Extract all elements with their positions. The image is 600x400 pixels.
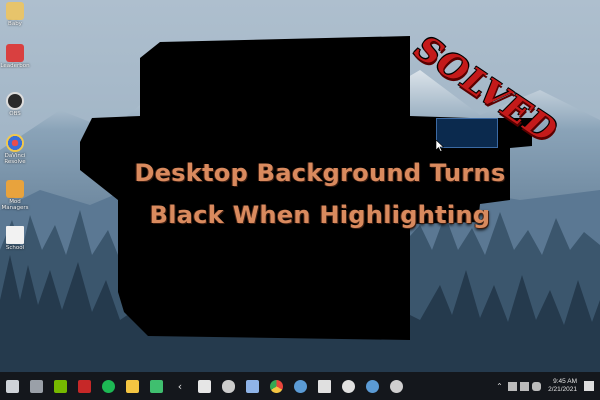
taskbar-red-app[interactable] (72, 372, 96, 400)
taskbar-steam-alt[interactable] (360, 372, 384, 400)
system-tray: ⌃ 9:45 AM 2/21/2021 (496, 372, 600, 400)
volume-icon[interactable] (520, 381, 530, 391)
taskbar-store[interactable] (192, 372, 216, 400)
taskbar-file-explorer[interactable] (120, 372, 144, 400)
back-arrow-icon: ‹ (177, 379, 183, 393)
spotify-icon (101, 379, 115, 393)
start-button[interactable] (0, 372, 24, 400)
taskbar-mail[interactable] (240, 372, 264, 400)
headline-line-2: Black When Highlighting (149, 201, 491, 229)
taskbar-back[interactable]: ‹ (168, 372, 192, 400)
notification-icon[interactable] (584, 381, 594, 391)
epic-games-icon (317, 379, 331, 393)
highlight-selection-rectangle (436, 118, 498, 148)
task-view-icon (29, 379, 43, 393)
taskbar-chrome[interactable] (264, 372, 288, 400)
network-icon[interactable] (508, 381, 518, 391)
taskbar-xbox[interactable] (336, 372, 360, 400)
headline-line-1: Desktop Background Turns (134, 159, 506, 187)
taskbar-clock[interactable]: 9:45 AM 2/21/2021 (548, 378, 577, 394)
microphone-icon[interactable] (532, 381, 542, 391)
taskbar-settings[interactable] (384, 372, 408, 400)
game-controller-icon (221, 379, 235, 393)
steam-icon (293, 379, 307, 393)
clock-date: 2/21/2021 (548, 386, 577, 393)
steam-alt-icon (365, 379, 379, 393)
settings-icon (389, 379, 403, 393)
clock-time: 9:45 AM (553, 378, 577, 385)
taskbar-game-controller[interactable] (216, 372, 240, 400)
chevron-up-icon[interactable]: ⌃ (496, 382, 505, 391)
store-icon (197, 379, 211, 393)
xbox-icon (341, 379, 355, 393)
taskbar-nvidia[interactable] (48, 372, 72, 400)
app-red-icon (77, 379, 91, 393)
taskbar-spotify[interactable] (96, 372, 120, 400)
mail-icon (245, 379, 259, 393)
start-icon (5, 379, 19, 393)
mouse-cursor-icon (436, 140, 444, 152)
chrome-icon (269, 379, 283, 393)
taskbar-steam[interactable] (288, 372, 312, 400)
green-app-icon (149, 379, 163, 393)
file-explorer-icon (125, 379, 139, 393)
nvidia-icon (53, 379, 67, 393)
taskbar-task-view[interactable] (24, 372, 48, 400)
taskbar-green-app[interactable] (144, 372, 168, 400)
taskbar-epic-games[interactable] (312, 372, 336, 400)
